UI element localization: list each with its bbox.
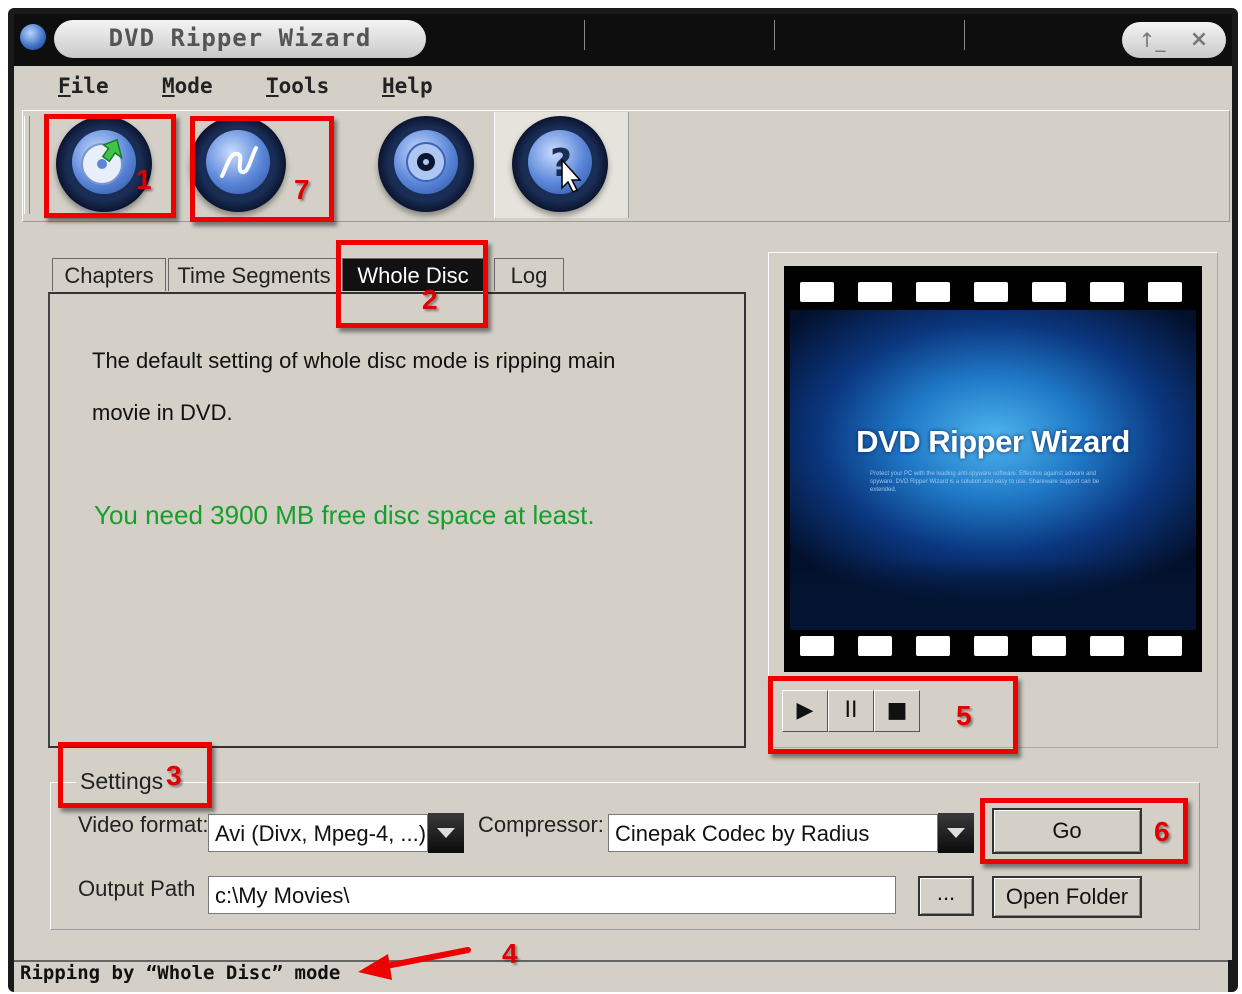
annotation-number-1: 1 xyxy=(136,164,152,195)
output-path-input[interactable]: c:\My Movies\ xyxy=(208,876,896,914)
panel-description-line2: movie in DVD. xyxy=(92,400,233,425)
film-hole xyxy=(1032,282,1066,302)
preview-image-reef xyxy=(790,560,1196,630)
film-hole xyxy=(1148,282,1182,302)
film-hole xyxy=(858,636,892,656)
video-format-label: Video format: xyxy=(78,812,209,837)
film-hole xyxy=(1090,282,1124,302)
open-folder-button[interactable]: Open Folder xyxy=(992,876,1142,918)
tab-log[interactable]: Log xyxy=(494,258,564,291)
preview-small-text: Protect your PC with the leading anti-sp… xyxy=(870,471,1100,493)
annotation-number-5: 5 xyxy=(956,700,972,731)
minimize-button[interactable]: ↑_ xyxy=(1132,25,1172,55)
annotation-box-7 xyxy=(190,116,334,222)
menu-file[interactable]: File xyxy=(58,74,109,98)
annotation-number-4: 4 xyxy=(502,938,518,969)
film-hole xyxy=(1090,636,1124,656)
annotation-number-3: 3 xyxy=(166,760,182,791)
close-button[interactable]: × xyxy=(1184,25,1214,55)
title-separator xyxy=(774,20,775,50)
film-hole xyxy=(1032,636,1066,656)
annotation-number-7: 7 xyxy=(294,174,310,205)
film-hole xyxy=(916,636,950,656)
film-hole xyxy=(974,636,1008,656)
settings-disc-icon xyxy=(394,130,458,194)
browse-button[interactable]: ... xyxy=(918,876,974,916)
settings-button[interactable] xyxy=(378,116,474,212)
film-hole xyxy=(974,282,1008,302)
film-hole xyxy=(800,636,834,656)
window-title: DVD Ripper Wizard xyxy=(108,24,372,52)
help-icon: ? xyxy=(528,130,592,194)
preview-title: DVD Ripper Wizard xyxy=(856,424,1130,459)
annotation-arrow xyxy=(358,947,471,980)
chevron-down-icon[interactable] xyxy=(428,813,464,853)
tab-time-segments[interactable]: Time Segments xyxy=(168,258,340,291)
annotation-box-3 xyxy=(58,742,212,808)
status-text: Ripping by “Whole Disc” mode xyxy=(20,962,341,984)
film-hole xyxy=(916,282,950,302)
toolbar-grip[interactable] xyxy=(24,116,30,214)
film-hole xyxy=(858,282,892,302)
video-format-select[interactable]: Avi (Divx, Mpeg-4, ...) xyxy=(208,814,428,852)
compressor-select[interactable]: Cinepak Codec by Radius xyxy=(608,814,938,852)
film-hole xyxy=(800,282,834,302)
title-separator xyxy=(964,20,965,50)
app-logo-icon[interactable] xyxy=(20,24,46,50)
compressor-label: Compressor: xyxy=(478,812,604,837)
output-path-label: Output Path xyxy=(78,876,196,901)
annotation-box-2 xyxy=(336,240,488,328)
chevron-down-icon[interactable] xyxy=(938,813,974,853)
disc-space-note: You need 3900 MB free disc space at leas… xyxy=(94,500,595,530)
film-hole xyxy=(1148,636,1182,656)
menu-tools[interactable]: Tools xyxy=(266,74,329,98)
tab-chapters[interactable]: Chapters xyxy=(52,258,166,291)
menu-mode[interactable]: Mode xyxy=(162,74,213,98)
help-button[interactable]: ? xyxy=(512,116,608,212)
annotation-number-2: 2 xyxy=(422,284,438,315)
annotation-box-5 xyxy=(768,676,1018,754)
annotation-box-1 xyxy=(44,114,176,218)
annotation-number-6: 6 xyxy=(1154,816,1170,847)
panel-description-line1: The default setting of whole disc mode i… xyxy=(92,348,616,373)
title-separator xyxy=(584,20,585,50)
menu-help[interactable]: Help xyxy=(382,74,433,98)
